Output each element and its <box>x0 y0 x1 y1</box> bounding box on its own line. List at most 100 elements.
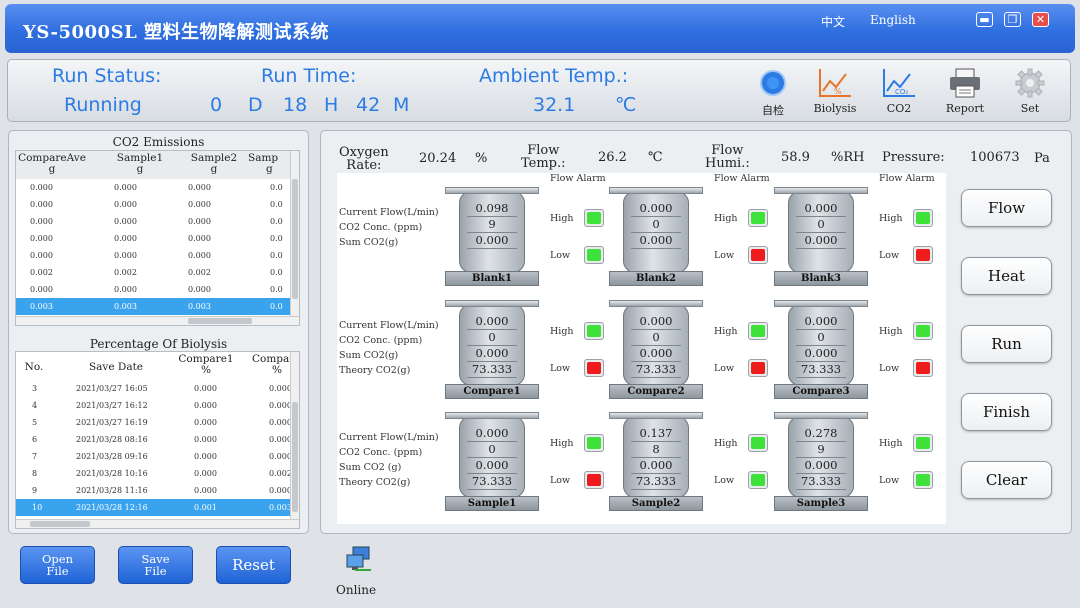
biolysis-header-compare1[interactable]: Compare1% <box>174 354 238 376</box>
table-cell: 0.000 <box>114 200 137 209</box>
biolysis-header-date[interactable]: Save Date <box>76 362 156 373</box>
flow-button[interactable]: Flow <box>961 189 1052 227</box>
self-check-button[interactable]: 自检 <box>743 64 803 118</box>
table-row[interactable]: 5 2021/03/27 16:19 0.000 0.000 <box>16 414 299 431</box>
flow-humi-value: 58.9 <box>781 150 810 165</box>
table-cell: 7 <box>32 452 38 461</box>
tank-name-label: Sample2 <box>609 496 703 511</box>
table-row[interactable]: 0.000 0.000 0.000 0.0 <box>16 247 299 264</box>
table-cell: 6 <box>32 435 38 444</box>
table-cell: 0.000 <box>269 401 292 410</box>
tank-value: 73.333 <box>631 474 681 490</box>
reset-button[interactable]: Reset <box>216 546 291 584</box>
co2-table-vscroll[interactable] <box>290 151 299 318</box>
monitor-panel: Oxygen Rate: 20.24 % Flow Temp.: 26.2 ℃ Fl… <box>320 130 1072 534</box>
clear-button[interactable]: Clear <box>961 461 1052 499</box>
biolysis-chart-icon: % <box>805 64 865 102</box>
heat-button[interactable]: Heat <box>961 257 1052 295</box>
finish-button[interactable]: Finish <box>961 393 1052 431</box>
biolysis-button[interactable]: % Biolysis <box>805 64 865 115</box>
co2-emissions-title: CO2 Emissions <box>112 135 205 149</box>
table-cell: 2021/03/28 10:16 <box>76 469 148 478</box>
biolysis-table-vscroll[interactable] <box>290 352 299 521</box>
co2-table-hscroll[interactable] <box>16 316 299 325</box>
table-row[interactable]: 9 2021/03/28 11:16 0.000 0.000 <box>16 482 299 499</box>
table-row[interactable]: 0.000 0.000 0.000 0.0 <box>16 196 299 213</box>
tank-cap <box>774 300 868 307</box>
tank-name-label: Compare2 <box>609 384 703 399</box>
report-button[interactable]: Report <box>935 64 995 115</box>
open-file-button[interactable]: Open File <box>20 546 95 584</box>
table-row[interactable]: 6 2021/03/28 08:16 0.000 0.000 <box>16 431 299 448</box>
oxygen-rate-unit: % <box>475 151 488 166</box>
high-alarm-indicator <box>748 209 768 227</box>
co2-chart-icon: CO₂ <box>869 64 929 102</box>
tank-value: 0.000 <box>467 233 517 249</box>
minimize-icon[interactable]: ▬ <box>976 12 993 27</box>
low-alarm-label: Low <box>714 363 735 374</box>
tank-value: 73.333 <box>631 362 681 378</box>
table-cell: 0.000 <box>269 435 292 444</box>
table-row[interactable]: 3 2021/03/27 16:05 0.000 0.000 <box>16 380 299 397</box>
save-file-button[interactable]: Save File <box>118 546 193 584</box>
table-cell: 0.000 <box>188 217 211 226</box>
restore-icon[interactable]: ❐ <box>1004 12 1021 27</box>
low-alarm-indicator <box>913 471 933 489</box>
measurement-label: Theory CO2(g) <box>339 365 411 376</box>
high-alarm-indicator <box>748 434 768 452</box>
table-row[interactable]: 10 2021/03/28 12:16 0.001 0.003 <box>16 499 299 516</box>
tank-value: 0 <box>796 217 846 233</box>
run-button[interactable]: Run <box>961 325 1052 363</box>
online-status-label: Online <box>336 583 377 597</box>
co2-button[interactable]: CO₂ CO2 <box>869 64 929 115</box>
high-alarm-label: High <box>550 438 574 449</box>
co2-header-compareave[interactable]: CompareAve g <box>16 153 88 175</box>
biolysis-table-header: No. Save Date Compare1% Compar% <box>16 352 299 380</box>
table-row[interactable]: 0.000 0.000 0.000 0.0 <box>16 230 299 247</box>
high-alarm-label: High <box>714 326 738 337</box>
low-alarm-indicator <box>584 359 604 377</box>
table-row[interactable]: 0.000 0.000 0.000 0.0 <box>16 213 299 230</box>
tank-value: 73.333 <box>796 474 846 490</box>
table-cell: 0.000 <box>30 183 53 192</box>
table-row[interactable]: 4 2021/03/27 16:12 0.000 0.000 <box>16 397 299 414</box>
table-row[interactable]: 7 2021/03/28 09:16 0.000 0.000 <box>16 448 299 465</box>
table-cell: 0.003 <box>269 503 292 512</box>
lang-chinese-link[interactable]: 中文 <box>821 13 845 30</box>
table-cell: 0.0 <box>270 234 283 243</box>
tank-value: 0.000 <box>467 314 517 330</box>
table-row[interactable]: 0.002 0.002 0.002 0.0 <box>16 264 299 281</box>
printer-icon <box>935 64 995 102</box>
tank-value: 0.098 <box>467 201 517 217</box>
high-alarm-label: High <box>879 326 903 337</box>
table-cell: 0.000 <box>114 217 137 226</box>
table-row[interactable]: 0.000 0.000 0.000 0.0 <box>16 281 299 298</box>
tank-value: 0.000 <box>467 426 517 442</box>
tank-value: 0.000 <box>467 346 517 362</box>
flow-humi-unit: %RH <box>831 150 865 165</box>
svg-text:%: % <box>834 87 842 96</box>
table-cell: 4 <box>32 401 38 410</box>
table-row[interactable]: 8 2021/03/28 10:16 0.000 0.002 <box>16 465 299 482</box>
high-alarm-indicator <box>913 322 933 340</box>
tank-value: 0.000 <box>631 314 681 330</box>
biolysis-table-hscroll[interactable] <box>16 519 299 528</box>
tank-value: 0.000 <box>467 458 517 474</box>
lang-english-link[interactable]: English <box>870 13 916 27</box>
biolysis-table[interactable]: No. Save Date Compare1% Compar% 3 2021/03… <box>15 351 300 529</box>
status-panel: Run Status: Running Run Time: 0 D 18 H 4… <box>7 59 1071 122</box>
table-row[interactable]: 0.003 0.003 0.003 0.0 <box>16 298 299 315</box>
tank-name-label: Sample1 <box>445 496 539 511</box>
high-alarm-indicator <box>913 434 933 452</box>
measurement-label: Sum CO2(g) <box>339 237 399 248</box>
set-button[interactable]: Set <box>1000 64 1060 115</box>
close-icon[interactable]: ✕ <box>1032 12 1049 27</box>
table-cell: 0.0 <box>270 200 283 209</box>
co2-header-sample1[interactable]: Sample1 g <box>104 153 176 175</box>
table-row[interactable]: 0.000 0.000 0.000 0.0 <box>16 179 299 196</box>
tank-cap <box>609 187 703 194</box>
co2-emissions-table[interactable]: CompareAve g Sample1 g Sample2 g Samp g 0.00… <box>15 150 300 326</box>
co2-header-sample2[interactable]: Sample2 g <box>178 153 250 175</box>
biolysis-header-no[interactable]: No. <box>16 362 52 373</box>
high-alarm-indicator <box>584 322 604 340</box>
